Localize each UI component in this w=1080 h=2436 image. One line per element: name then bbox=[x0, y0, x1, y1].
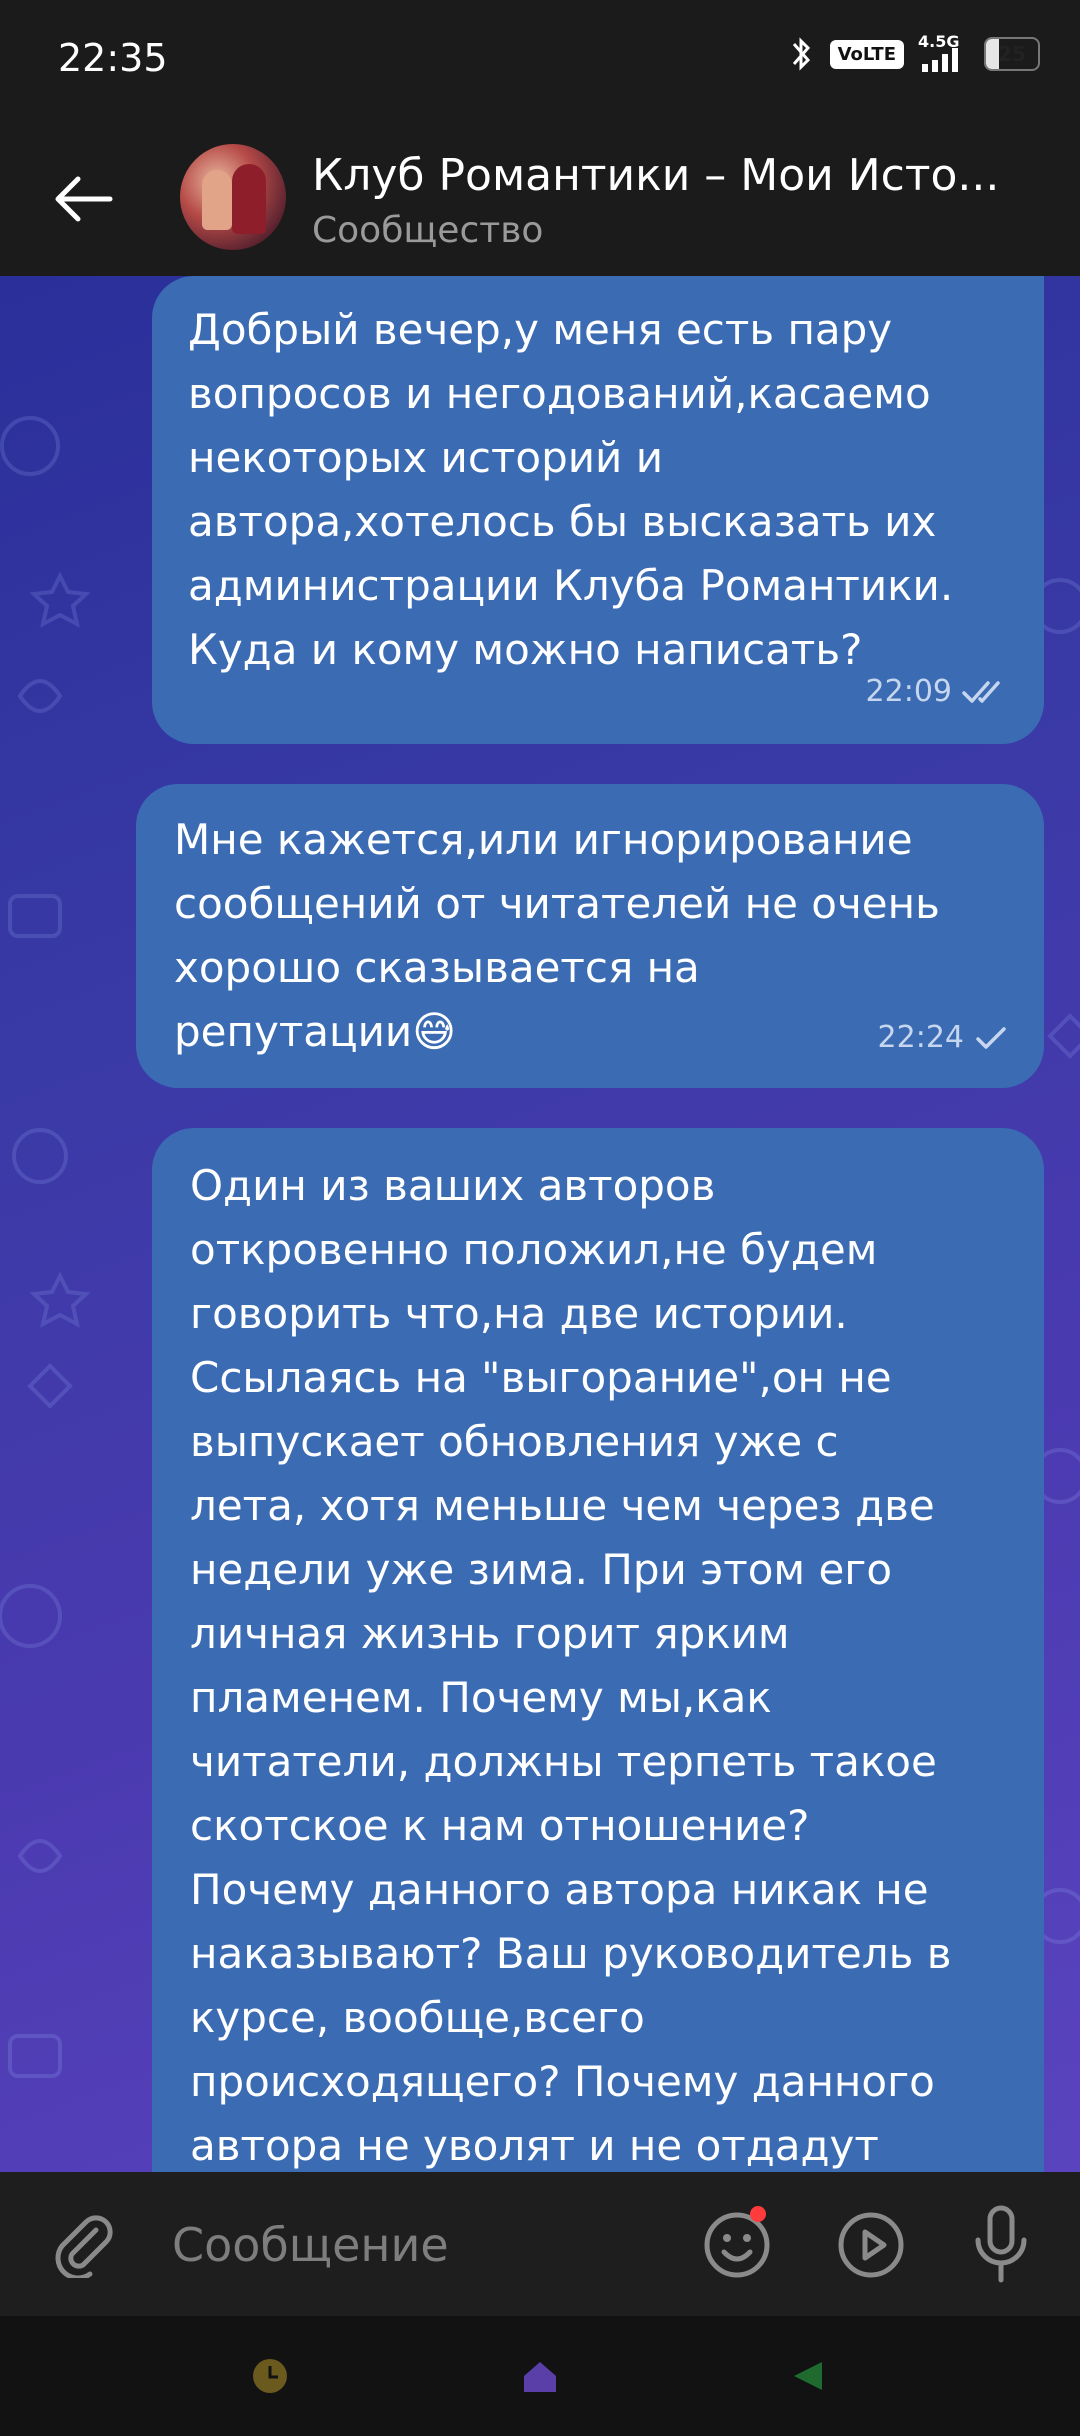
community-avatar[interactable] bbox=[180, 144, 286, 250]
double-check-icon bbox=[962, 681, 1000, 703]
signal-icon: 4.5G bbox=[918, 32, 970, 74]
recents-clock-icon[interactable] bbox=[248, 2354, 292, 2398]
battery-icon: 25 bbox=[984, 37, 1040, 71]
avatar-figure bbox=[232, 164, 266, 234]
notification-dot bbox=[750, 2206, 766, 2222]
back-arrow-icon[interactable] bbox=[48, 164, 118, 234]
message-text: Добрый вечер,у меня есть пару вопросов и… bbox=[188, 305, 954, 674]
home-icon[interactable] bbox=[518, 2354, 562, 2398]
bluetooth-icon bbox=[792, 37, 810, 71]
message-time: 22:24 bbox=[877, 1020, 964, 1055]
chat-subtitle: Сообщество bbox=[312, 210, 544, 251]
avatar-figure bbox=[202, 170, 232, 230]
message-text: Один из ваших авторов откровенно положил… bbox=[190, 1161, 952, 2170]
chat-title[interactable]: Клуб Романтики – Мои Исто... bbox=[312, 150, 1052, 201]
status-bar: 22:35 VoLTE 4.5G 25 bbox=[0, 0, 1080, 118]
message-bubble[interactable]: Один из ваших авторов откровенно положил… bbox=[152, 1128, 1044, 2172]
volte-badge: VoLTE bbox=[829, 39, 904, 69]
back-triangle-icon[interactable] bbox=[786, 2354, 830, 2398]
status-icons: VoLTE 4.5G 25 bbox=[786, 32, 1040, 74]
system-nav-bar bbox=[0, 2316, 1080, 2436]
message-bubble[interactable]: Добрый вечер,у меня есть пару вопросов и… bbox=[152, 276, 1044, 744]
message-time: 22:09 bbox=[865, 674, 952, 709]
paperclip-icon[interactable] bbox=[48, 2208, 118, 2278]
status-time: 22:35 bbox=[58, 36, 168, 80]
check-icon bbox=[976, 1027, 1006, 1049]
message-composer bbox=[0, 2172, 1080, 2316]
chat-header: Клуб Романтики – Мои Исто... Сообщество bbox=[0, 118, 1080, 276]
message-meta: 22:09 bbox=[866, 660, 1008, 724]
signal-bars-icon bbox=[922, 48, 958, 72]
microphone-icon[interactable] bbox=[966, 2202, 1036, 2286]
battery-level: 25 bbox=[998, 42, 1026, 66]
message-bubble[interactable]: Мне кажется,или игнорирование сообщений … bbox=[136, 784, 1044, 1088]
message-input[interactable] bbox=[170, 2214, 654, 2276]
message-meta: 22:24 bbox=[878, 1006, 1008, 1070]
play-circle-icon[interactable] bbox=[834, 2208, 908, 2282]
battery-fill bbox=[986, 39, 999, 69]
chat-area[interactable]: Добрый вечер,у меня есть пару вопросов и… bbox=[0, 276, 1080, 2172]
